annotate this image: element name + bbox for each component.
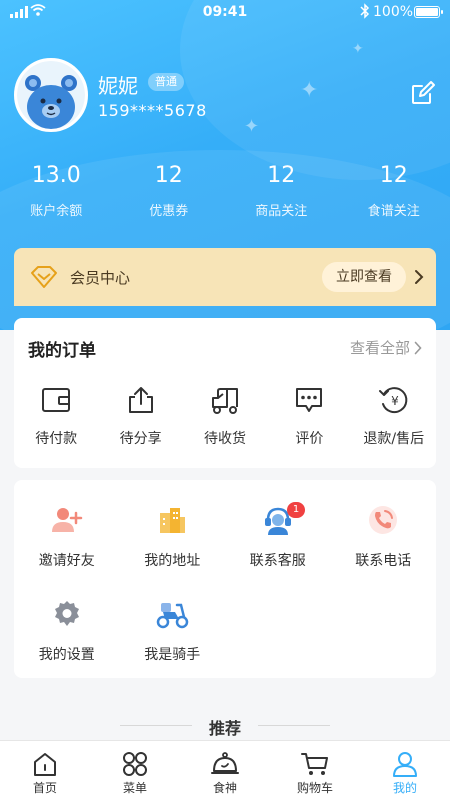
tab-label: 首页 bbox=[32, 781, 57, 795]
battery-percent: 100% bbox=[373, 4, 414, 20]
order-item-label: 待付款 bbox=[35, 431, 78, 447]
stat-product-follows[interactable]: 12 商品关注 bbox=[225, 162, 338, 219]
vip-title: 会员中心 bbox=[70, 269, 131, 287]
stat-label: 商品关注 bbox=[255, 204, 308, 219]
status-bar: 09:41 100% bbox=[0, 0, 450, 26]
stat-label: 账户余额 bbox=[30, 204, 83, 219]
tab-home[interactable]: 首页 bbox=[0, 741, 90, 800]
stat-value: 12 bbox=[154, 163, 183, 188]
order-review[interactable]: 评价 bbox=[267, 384, 351, 448]
service-label: 我是骑手 bbox=[144, 647, 201, 663]
order-pending-receipt[interactable]: 待收货 bbox=[183, 384, 267, 448]
stat-value: 13.0 bbox=[31, 163, 81, 188]
order-item-label: 退款/售后 bbox=[363, 431, 425, 447]
orders-card: 我的订单 查看全部 待付款 待分享 待收货 评价 ¥ 退款/售后 bbox=[14, 318, 436, 468]
recommend-section-header: 推荐 bbox=[0, 713, 450, 738]
view-all-label: 查看全部 bbox=[349, 339, 410, 357]
rider-icon bbox=[157, 603, 189, 629]
cart-icon bbox=[301, 753, 328, 775]
service-label: 我的地址 bbox=[144, 553, 201, 569]
tab-label: 食神 bbox=[212, 781, 237, 795]
contact-phone-item[interactable]: 联系电话 bbox=[331, 502, 437, 596]
diamond-icon bbox=[31, 266, 57, 288]
my-address-item[interactable]: 我的地址 bbox=[120, 502, 226, 596]
comment-icon bbox=[296, 388, 323, 412]
stat-coupons[interactable]: 12 优惠券 bbox=[113, 162, 226, 219]
refund-icon: ¥ bbox=[378, 387, 408, 414]
sparkle-icon: ✦ bbox=[352, 41, 364, 57]
divider-line bbox=[258, 725, 330, 726]
bottom-tab-bar: 首页 菜单 食神 购物车 我的 bbox=[0, 740, 450, 800]
sparkle-icon: ✦ bbox=[244, 116, 260, 137]
order-item-label: 评价 bbox=[295, 431, 324, 447]
sparkle-icon: ✦ bbox=[300, 78, 319, 103]
settings-icon bbox=[54, 601, 79, 626]
tab-chef[interactable]: 食神 bbox=[180, 741, 270, 800]
truck-icon bbox=[211, 388, 238, 414]
battery-icon bbox=[414, 6, 443, 18]
wallet-icon bbox=[42, 388, 71, 412]
order-refund[interactable]: ¥ 退款/售后 bbox=[352, 384, 436, 448]
phone-icon bbox=[369, 506, 398, 534]
avatar[interactable] bbox=[14, 58, 88, 132]
order-pending-payment[interactable]: 待付款 bbox=[14, 384, 98, 448]
stat-label: 食谱关注 bbox=[367, 204, 420, 219]
home-icon bbox=[34, 753, 56, 776]
services-card: 邀请好友 我的地址 1 联系客服 联系电话 我的设置 我是骑手 bbox=[14, 480, 436, 678]
recommend-title: 推荐 bbox=[208, 719, 241, 738]
service-label: 联系客服 bbox=[249, 553, 306, 569]
stat-label: 优惠券 bbox=[149, 204, 189, 219]
order-pending-share[interactable]: 待分享 bbox=[98, 384, 182, 448]
stat-recipe-follows[interactable]: 12 食谱关注 bbox=[338, 162, 450, 219]
invite-friends-item[interactable]: 邀请好友 bbox=[14, 502, 120, 596]
edit-icon[interactable] bbox=[410, 80, 436, 106]
tab-mine[interactable]: 我的 bbox=[360, 741, 450, 800]
account-stats: 13.0 账户余额 12 优惠券 12 商品关注 12 食谱关注 bbox=[0, 162, 450, 219]
orders-title: 我的订单 bbox=[28, 341, 96, 361]
user-name: 妮妮 bbox=[98, 74, 138, 98]
user-phone: 159****5678 bbox=[98, 101, 207, 120]
chef-icon bbox=[211, 752, 239, 774]
order-item-label: 待收货 bbox=[203, 431, 246, 447]
invite-friend-icon bbox=[51, 508, 82, 532]
tab-menu[interactable]: 菜单 bbox=[90, 741, 180, 800]
bear-avatar-icon bbox=[17, 61, 85, 129]
svg-text:¥: ¥ bbox=[391, 394, 399, 408]
tab-label: 我的 bbox=[392, 781, 417, 795]
stat-value: 12 bbox=[267, 163, 296, 188]
chevron-right-icon bbox=[414, 341, 422, 354]
share-icon bbox=[128, 387, 153, 413]
vip-center-banner[interactable]: 会员中心 立即查看 bbox=[14, 248, 436, 306]
tab-label: 购物车 bbox=[296, 781, 333, 795]
customer-service-item[interactable]: 1 联系客服 bbox=[225, 502, 331, 596]
service-label: 我的设置 bbox=[38, 647, 95, 663]
address-icon bbox=[160, 508, 186, 533]
member-level-badge: 普通 bbox=[148, 73, 184, 91]
bluetooth-icon bbox=[360, 3, 370, 19]
my-settings-item[interactable]: 我的设置 bbox=[14, 596, 120, 690]
chevron-right-icon bbox=[415, 270, 424, 284]
menu-icon bbox=[123, 752, 147, 776]
notification-badge: 1 bbox=[287, 502, 305, 518]
rider-item[interactable]: 我是骑手 bbox=[120, 596, 226, 690]
user-icon bbox=[393, 752, 417, 777]
stat-balance[interactable]: 13.0 账户余额 bbox=[0, 162, 113, 219]
service-label: 邀请好友 bbox=[38, 553, 95, 569]
view-now-button[interactable]: 立即查看 bbox=[322, 262, 406, 292]
view-all-orders-link[interactable]: 查看全部 bbox=[350, 337, 422, 358]
order-item-label: 待分享 bbox=[119, 431, 162, 447]
tab-cart[interactable]: 购物车 bbox=[270, 741, 360, 800]
tab-label: 菜单 bbox=[122, 781, 147, 795]
stat-value: 12 bbox=[379, 163, 408, 188]
service-label: 联系电话 bbox=[355, 553, 412, 569]
